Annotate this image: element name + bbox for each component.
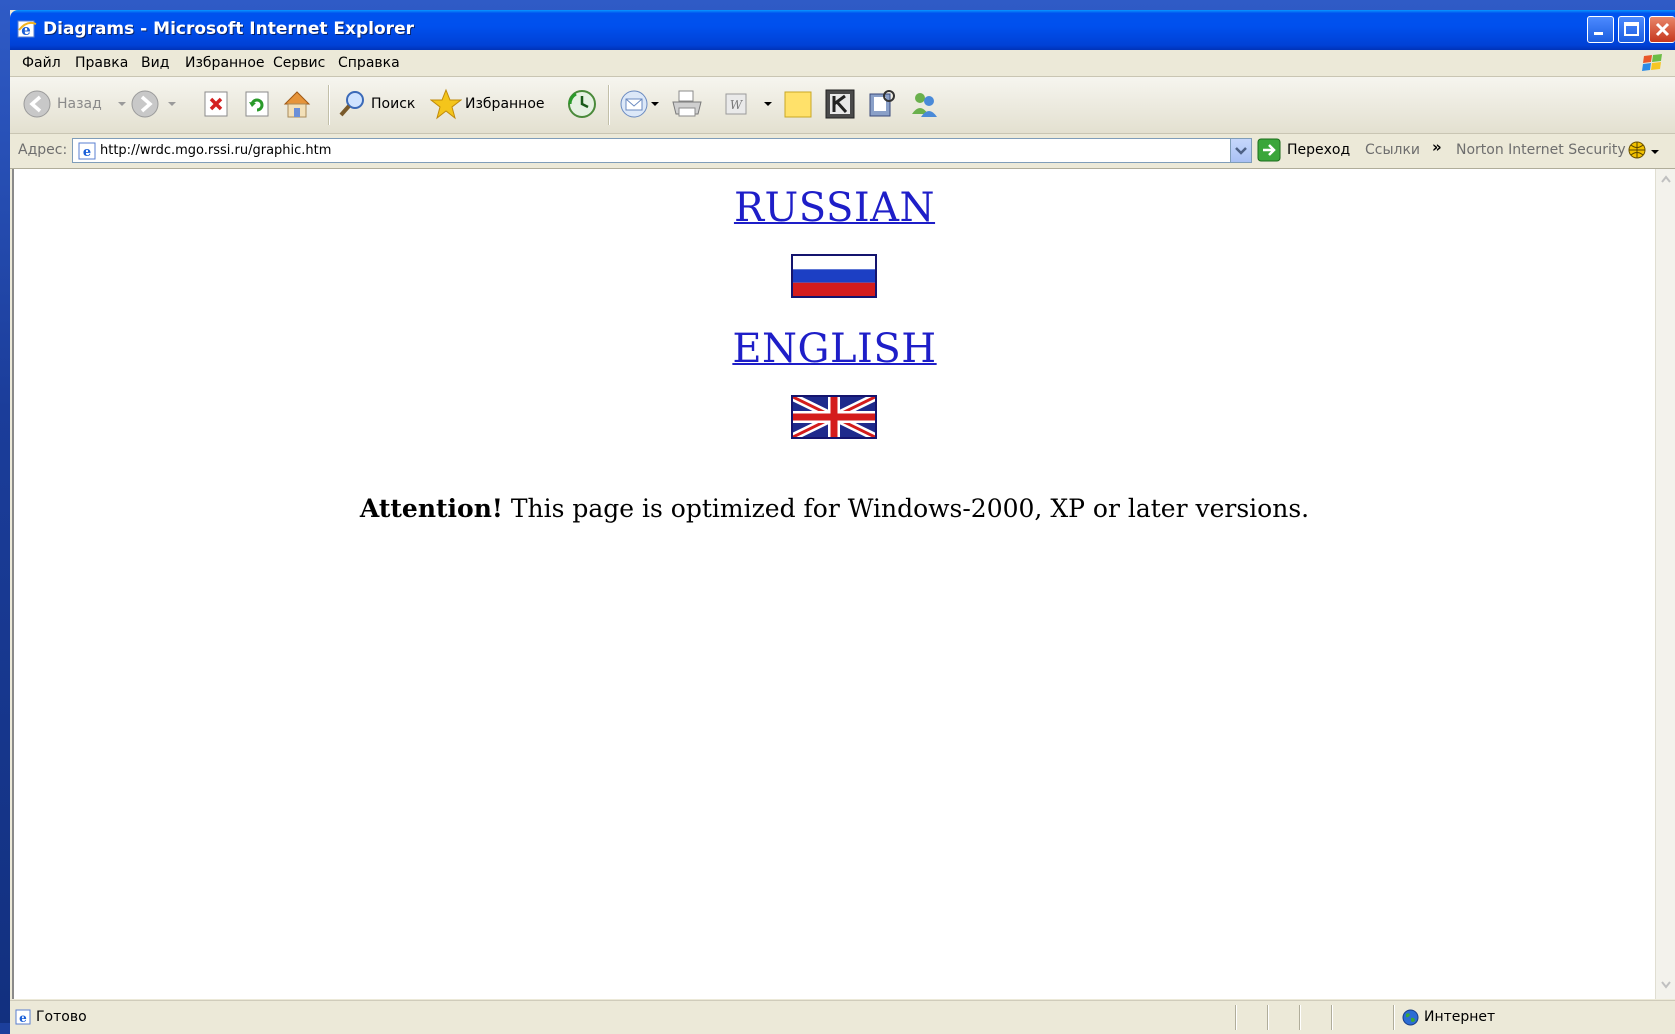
forward-dropdown-icon[interactable]	[164, 99, 180, 109]
messenger-people-icon	[912, 93, 937, 117]
minimize-icon	[1594, 32, 1603, 35]
refresh-button[interactable]	[243, 87, 271, 121]
status-divider	[1393, 1005, 1395, 1030]
attention-text: This page is optimized for Windows-2000,…	[502, 494, 1310, 523]
norton-globe-icon[interactable]	[1628, 141, 1646, 159]
status-bar: e Готово Интернет	[10, 1000, 1675, 1034]
russian-flag-graphic	[793, 256, 875, 296]
favorites-star-icon	[430, 88, 462, 120]
back-dropdown-icon[interactable]	[114, 99, 130, 109]
research-book-icon	[869, 90, 895, 117]
notes-button[interactable]	[782, 87, 814, 121]
svg-text:e: e	[83, 145, 91, 160]
menu-view[interactable]: Вид	[141, 55, 169, 71]
title-bar[interactable]: e Diagrams - Microsoft Internet Explorer	[10, 10, 1675, 50]
toolbar-separator	[608, 85, 610, 125]
attention-notice: Attention! This page is optimized for Wi…	[14, 494, 1655, 523]
mail-button[interactable]	[618, 87, 660, 121]
menu-bar: Файл Правка Вид Избранное Сервис Справка	[10, 50, 1675, 77]
russian-link[interactable]: RUSSIAN	[14, 185, 1655, 231]
uk-flag-graphic	[793, 397, 875, 437]
stop-button[interactable]	[202, 87, 230, 121]
forward-button[interactable]	[130, 87, 180, 121]
go-button[interactable]: Переход	[1257, 138, 1350, 162]
links-button[interactable]: Ссылки	[1365, 142, 1420, 158]
stop-icon	[204, 91, 228, 117]
menu-file[interactable]: Файл	[22, 55, 61, 71]
back-button[interactable]: Назад	[22, 87, 130, 121]
home-button[interactable]	[281, 87, 313, 121]
address-url: http://wrdc.mgo.rssi.ru/graphic.htm	[100, 143, 332, 158]
internet-globe-icon	[1402, 1009, 1419, 1026]
ie-logo-icon: e	[17, 20, 37, 39]
uk-flag-icon[interactable]	[791, 395, 877, 439]
page-ie-icon: e	[78, 142, 96, 160]
mail-dropdown-icon[interactable]	[650, 99, 660, 109]
history-icon	[568, 90, 596, 118]
close-icon	[1655, 22, 1670, 37]
address-bar: Адрес: e http://wrdc.mgo.rssi.ru/graphic…	[10, 134, 1675, 169]
close-button[interactable]	[1649, 16, 1675, 43]
address-dropdown-button[interactable]	[1230, 139, 1251, 162]
scroll-down-icon[interactable]	[1660, 981, 1672, 989]
status-divider	[1267, 1005, 1269, 1030]
status-divider	[1299, 1005, 1301, 1030]
status-divider	[1235, 1005, 1237, 1030]
address-label: Адрес:	[18, 142, 68, 158]
links-chevron[interactable]: »	[1432, 138, 1442, 156]
edit-dropdown-icon[interactable]	[760, 99, 776, 109]
search-button[interactable]: Поиск	[336, 87, 415, 121]
menu-favorites[interactable]: Избранное	[185, 55, 265, 71]
norton-dropdown-icon[interactable]	[1650, 148, 1660, 156]
english-link[interactable]: ENGLISH	[14, 326, 1655, 372]
window-title: Diagrams - Microsoft Internet Explorer	[43, 19, 414, 39]
menu-help[interactable]: Справка	[338, 55, 400, 71]
windows-logo-icon	[1642, 54, 1662, 71]
history-button[interactable]	[566, 87, 598, 121]
page-viewport: RUSSIAN ENGLISH Attention! This page is …	[12, 169, 1655, 999]
attention-bold: Attention!	[359, 494, 503, 523]
norton-toolbar-label[interactable]: Norton Internet Security	[1456, 142, 1626, 158]
go-arrow-icon	[1257, 138, 1281, 162]
favorites-label: Избранное	[465, 96, 545, 112]
favorites-button[interactable]: Избранное	[430, 87, 545, 121]
search-label: Поиск	[371, 96, 416, 112]
go-label: Переход	[1287, 142, 1351, 158]
printer-icon	[672, 90, 702, 117]
address-input[interactable]: e http://wrdc.mgo.rssi.ru/graphic.htm	[72, 138, 1252, 163]
back-label: Назад	[57, 96, 102, 112]
vertical-scrollbar[interactable]	[1655, 169, 1675, 999]
mail-icon	[620, 90, 648, 118]
minimize-button[interactable]	[1587, 16, 1614, 43]
home-icon	[283, 91, 311, 118]
messenger-button[interactable]	[908, 87, 940, 121]
chevron-down-icon	[1235, 147, 1247, 155]
toolbar-separator	[328, 85, 330, 125]
scroll-up-icon[interactable]	[1660, 175, 1672, 183]
maximize-button[interactable]	[1618, 16, 1645, 43]
k-letter-icon	[825, 89, 855, 119]
edit-word-button[interactable]: W	[722, 87, 776, 121]
refresh-icon	[245, 91, 269, 117]
k-toolbar-button[interactable]	[824, 87, 856, 121]
forward-arrow-icon	[131, 90, 159, 118]
search-icon	[339, 91, 364, 117]
print-button[interactable]	[670, 87, 704, 121]
russian-flag-icon[interactable]	[791, 254, 877, 298]
menu-edit[interactable]: Правка	[75, 55, 128, 71]
status-page-icon: e	[15, 1009, 31, 1025]
svg-text:W: W	[730, 98, 744, 112]
browser-window: e Diagrams - Microsoft Internet Explorer…	[10, 10, 1675, 1034]
sticky-note-icon	[784, 91, 812, 118]
status-divider	[1331, 1005, 1333, 1030]
maximize-icon	[1624, 22, 1639, 36]
word-document-icon: W	[725, 93, 747, 115]
back-arrow-icon	[23, 90, 51, 118]
standard-toolbar: Назад Поиск Избранное W	[10, 77, 1675, 134]
menu-tools[interactable]: Сервис	[273, 55, 325, 71]
research-button[interactable]	[865, 87, 897, 121]
